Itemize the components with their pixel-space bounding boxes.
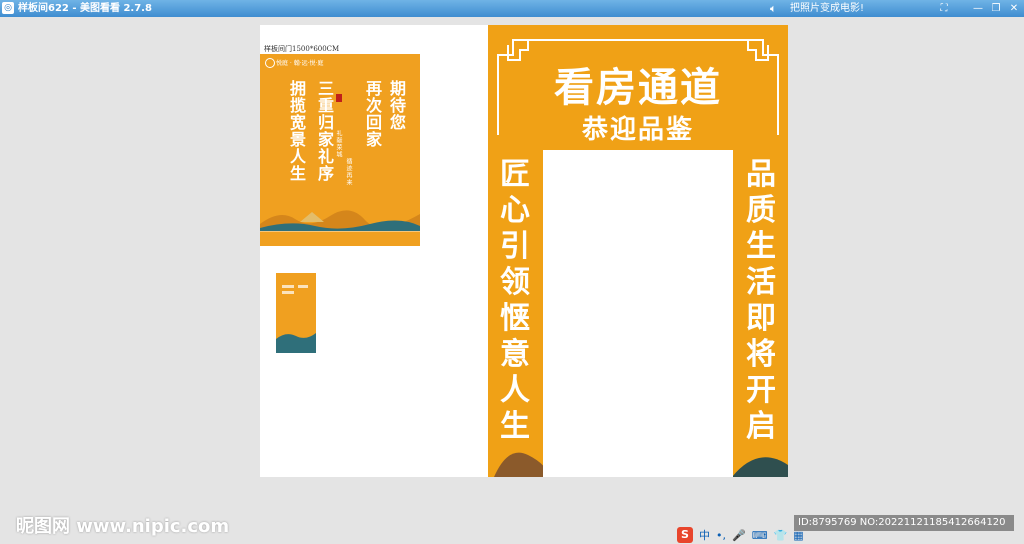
- gate-door-opening: [543, 150, 733, 477]
- ime-chinese-mode[interactable]: 中: [699, 527, 710, 543]
- image-id-label: ID:8795769 NO:20221121185412664120: [794, 515, 1014, 531]
- skin-icon[interactable]: 👕: [774, 529, 788, 542]
- red-seal: [336, 94, 342, 102]
- poster-footer: [260, 231, 420, 246]
- ime-punctuation-icon[interactable]: •,: [716, 529, 726, 542]
- poster-brand: 悦庭 · 翰·远·悦·庭: [276, 60, 324, 67]
- speaker-icon[interactable]: 🔈︎: [770, 0, 777, 17]
- brand-logo-icon: [265, 58, 275, 68]
- microphone-icon[interactable]: 🎤: [732, 529, 746, 542]
- gate-title: 看房通道: [554, 65, 722, 111]
- keyboard-icon[interactable]: ⌨: [752, 529, 768, 542]
- site-watermark: 昵图网 www.nipic.com: [16, 516, 230, 537]
- poster-preview: 悦庭 · 翰·远·悦·庭 三重归家礼序 拥揽宽景人生 期待您 再次回家 礼献荣城…: [260, 54, 420, 246]
- poster-tagline-2: 循迹再来: [345, 158, 352, 186]
- title-bar: ◎ 样板间622 - 美图看看 2.7.8 🔈︎ 把照片变成电影! ⛶ — ❐ …: [0, 0, 1024, 17]
- gate-left-text: 匠心引领惬意人生: [500, 157, 530, 444]
- gate-right-text: 品质生活即将开启: [746, 157, 776, 444]
- design-label: 样板间门1500*600CM: [264, 45, 340, 53]
- sogou-ime-icon[interactable]: S: [677, 527, 693, 543]
- poster-col-3: 期待您: [387, 80, 406, 131]
- poster-col-1: 三重归家礼序: [315, 80, 334, 182]
- picture-viewer-icon[interactable]: ◎: [2, 2, 14, 14]
- gate-subtitle: 恭迎品鉴: [581, 115, 694, 145]
- fullscreen-icon[interactable]: ⛶: [936, 1, 952, 16]
- close-button[interactable]: ✕: [1006, 1, 1022, 16]
- gate-design: 看房通道 恭迎品鉴 匠心引领惬意人生 品质生活即将开启: [488, 25, 788, 477]
- mountain-illustration: [260, 210, 420, 234]
- poster-thumbnail[interactable]: [276, 273, 316, 353]
- window-title: 样板间622 - 美图看看 2.7.8: [18, 3, 152, 14]
- minimize-button[interactable]: —: [970, 1, 986, 16]
- poster-col-4: 再次回家: [363, 80, 382, 148]
- ime-toolbar: S 中 •, 🎤 ⌨ 👕 ▦: [677, 526, 804, 544]
- toolbox-icon[interactable]: ▦: [793, 529, 803, 542]
- poster-col-2: 拥揽宽景人生: [287, 80, 306, 182]
- restore-button[interactable]: ❐: [988, 1, 1004, 16]
- thumbnail-graphic: [276, 285, 316, 353]
- promo-link[interactable]: 把照片变成电影!: [790, 0, 864, 17]
- poster-tagline-1: 礼献荣城: [335, 130, 342, 158]
